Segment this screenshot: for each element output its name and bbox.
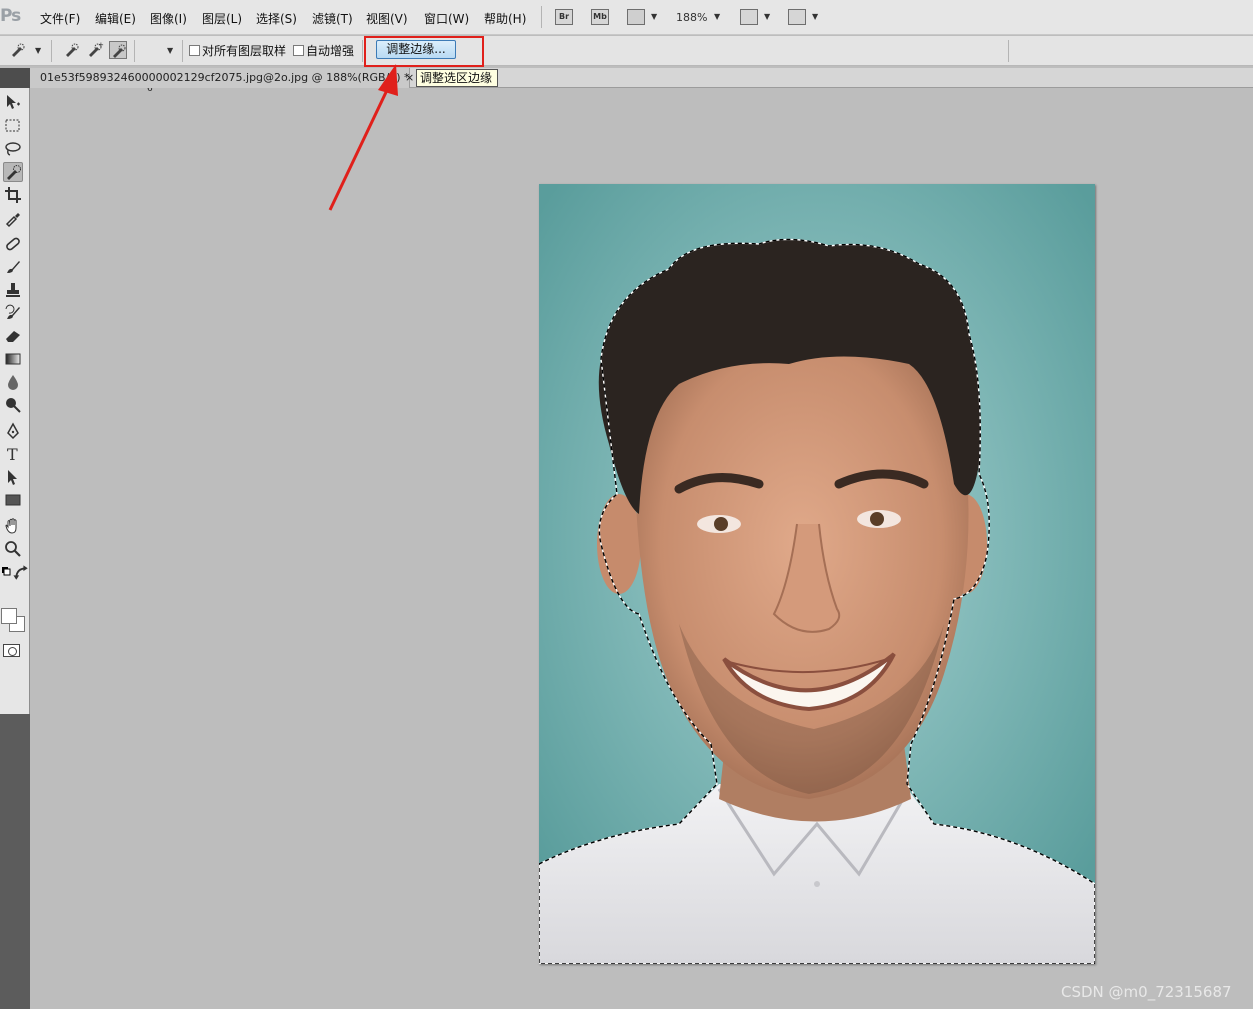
menu-image[interactable]: 图像(I) (150, 10, 187, 27)
portrait-photo (539, 184, 1095, 964)
rectangular-marquee-tool-icon[interactable] (3, 116, 23, 136)
brush-tool-icon[interactable] (3, 257, 23, 277)
lasso-tool-icon[interactable] (3, 139, 23, 159)
auto-enhance-label[interactable]: 自动增强 (306, 42, 354, 59)
path-selection-tool-icon[interactable] (3, 467, 23, 487)
chevron-down-icon[interactable]: ▼ (651, 12, 657, 21)
tools-list: T (0, 88, 30, 714)
rectangle-tool-icon[interactable] (3, 490, 23, 510)
tools-panel: T (0, 68, 30, 1009)
tool-preset-picker-icon[interactable] (9, 41, 27, 59)
menu-file[interactable]: 文件(F) (40, 10, 80, 27)
options-separator (51, 40, 52, 62)
svg-text:+: + (98, 41, 104, 49)
auto-enhance-checkbox[interactable] (293, 45, 304, 56)
options-bar: ▼ + • 6 ▼ 对所有图层取样 自动增强 (0, 36, 1253, 94)
chevron-down-icon[interactable]: ▼ (714, 12, 720, 21)
tools-panel-header[interactable] (0, 68, 30, 88)
healing-brush-tool-icon[interactable] (3, 234, 23, 254)
refine-edge-tooltip: 调整选区边缘 (416, 69, 498, 87)
swap-colors-icon[interactable] (12, 564, 28, 584)
history-brush-tool-icon[interactable] (3, 303, 23, 323)
options-separator (182, 40, 183, 62)
foreground-color-swatch[interactable] (1, 608, 17, 624)
gradient-tool-icon[interactable] (3, 349, 23, 369)
menu-separator (541, 6, 542, 28)
zoom-level[interactable]: 188% (676, 11, 707, 24)
hand-tool-icon[interactable] (3, 516, 23, 536)
svg-text:T: T (7, 445, 18, 464)
options-separator (362, 40, 363, 62)
chevron-down-icon[interactable]: ▼ (764, 12, 770, 21)
dodge-tool-icon[interactable] (3, 395, 23, 415)
document-tab-bar: 01e53f598932460000002129cf2075.jpg@2o.jp… (30, 68, 1253, 88)
subtract-from-selection-icon[interactable] (109, 41, 127, 59)
move-tool-icon[interactable] (3, 92, 23, 112)
zoom-tool-icon[interactable] (3, 539, 23, 559)
eraser-tool-icon[interactable] (3, 326, 23, 346)
crop-tool-icon[interactable] (3, 185, 23, 205)
mini-bridge-button[interactable]: Mb (591, 9, 609, 25)
menu-select[interactable]: 选择(S) (256, 10, 297, 27)
chevron-down-icon[interactable]: ▼ (35, 46, 41, 55)
options-separator (134, 40, 135, 62)
chevron-down-icon[interactable]: ▼ (812, 12, 818, 21)
pen-tool-icon[interactable] (3, 421, 23, 441)
type-tool-icon[interactable]: T (3, 444, 23, 464)
arrange-documents-icon[interactable] (740, 9, 758, 25)
watermark: CSDN @m0_72315687 (1061, 983, 1232, 1001)
menu-help[interactable]: 帮助(H) (484, 10, 526, 27)
quick-mask-icon[interactable] (3, 644, 20, 657)
sample-all-layers-label[interactable]: 对所有图层取样 (202, 42, 286, 59)
menu-window[interactable]: 窗口(W) (424, 10, 469, 27)
screen-mode-icon[interactable] (788, 9, 806, 25)
chevron-down-icon[interactable]: ▼ (167, 46, 173, 55)
menu-bar: Ps 文件(F) 编辑(E) 图像(I) 图层(L) 选择(S) 滤镜(T) 视… (0, 0, 1253, 35)
blur-tool-icon[interactable] (3, 372, 23, 392)
bridge-button[interactable]: Br (555, 9, 573, 25)
annotation-arrow (328, 64, 398, 211)
menu-edit[interactable]: 编辑(E) (95, 10, 136, 27)
options-separator (1008, 40, 1009, 62)
menu-filter[interactable]: 滤镜(T) (312, 10, 353, 27)
eyedropper-tool-icon[interactable] (3, 208, 23, 228)
add-to-selection-icon[interactable]: + (86, 41, 104, 59)
quick-selection-tool-icon[interactable] (3, 162, 23, 182)
document-canvas[interactable] (539, 184, 1095, 964)
photoshop-logo: Ps (0, 6, 21, 26)
menu-layer[interactable]: 图层(L) (202, 10, 242, 27)
new-selection-icon[interactable] (63, 41, 81, 59)
sample-all-layers-checkbox[interactable] (189, 45, 200, 56)
menu-view[interactable]: 视图(V) (366, 10, 408, 27)
clone-stamp-tool-icon[interactable] (3, 280, 23, 300)
view-extras-icon[interactable] (627, 9, 645, 25)
refine-edge-button[interactable]: 调整边缘... (376, 40, 456, 59)
